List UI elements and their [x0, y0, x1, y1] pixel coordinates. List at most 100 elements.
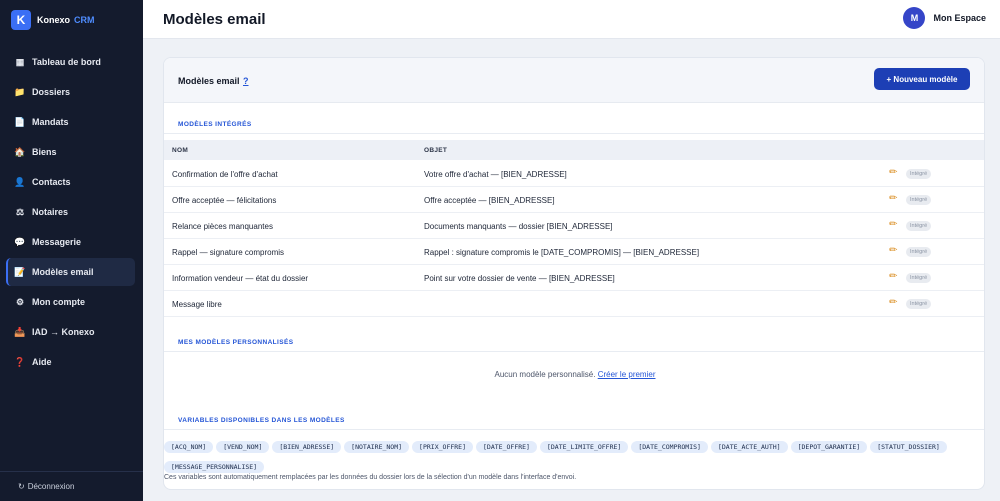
sidebar-item-label: Mon compte [32, 297, 85, 307]
brand-tag: CRM [74, 15, 95, 25]
sidebar-item-9[interactable]: 📥 IAD → Konexo [6, 318, 135, 346]
sidebar-item-4[interactable]: 👤 Contacts [6, 168, 135, 196]
variable-chip[interactable]: [BIEN_ADRESSE] [272, 441, 342, 453]
sidebar: K Konexo CRM ▦ Tableau de bord 📁 Dossiers 📄 M… [0, 0, 143, 501]
sidebar-item-label: Tableau de bord [32, 57, 101, 67]
templates-card: Modèles email ? + Nouveau modèle MODÈLES… [163, 57, 985, 490]
variable-chip[interactable]: [ACQ_NOM] [164, 441, 214, 453]
sidebar-item-2[interactable]: 📄 Mandats [6, 108, 135, 136]
edit-icon[interactable]: ✏ [889, 193, 897, 204]
variable-chip[interactable]: [NOTAIRE_NOM] [344, 441, 410, 453]
nav-icon: ▦ [15, 56, 25, 67]
variable-chip[interactable]: [STATUT_DOSSIER] [870, 441, 947, 453]
brand-logo: K [11, 10, 31, 30]
nav-icon: 🏠 [14, 146, 26, 157]
variables-note: Ces variables sont automatiquement rempl… [164, 474, 577, 481]
edit-icon[interactable]: ✏ [889, 167, 897, 178]
sidebar-item-label: Notaires [32, 207, 69, 217]
template-name: Confirmation de l'offre d'achat [172, 170, 278, 179]
sidebar-item-label: Biens [32, 147, 57, 157]
sidebar-nav: ▦ Tableau de bord 📁 Dossiers 📄 Mandats 🏠 Biens 👤… [0, 48, 143, 376]
builtin-badge: Intégré [906, 299, 932, 309]
sidebar-item-label: Dossiers [32, 87, 71, 97]
variable-chip[interactable]: [DATE_COMPROMIS] [631, 441, 708, 453]
edit-icon[interactable]: ✏ [889, 297, 897, 308]
card-title: Modèles email [178, 76, 240, 86]
template-name: Message libre [172, 300, 222, 309]
column-header-name: NOM [172, 147, 189, 154]
table-row[interactable]: Confirmation de l'offre d'achat Votre off… [164, 161, 984, 187]
variable-chip[interactable]: [DATE_LIMITE_OFFRE] [539, 441, 629, 453]
nav-icon: 📝 [14, 266, 26, 277]
divider [164, 133, 984, 134]
nav-icon: ❓ [14, 356, 26, 367]
variable-chip[interactable]: [PRIX_OFFRE] [412, 441, 474, 453]
custom-section-title: MES MODÈLES PERSONNALISÉS [178, 339, 294, 346]
template-subject: Documents manquants — dossier [BIEN_ADRE… [424, 222, 613, 231]
template-name: Relance pièces manquantes [172, 222, 273, 231]
create-first-link[interactable]: Créer le premier [598, 370, 656, 379]
new-template-button[interactable]: + Nouveau modèle [874, 68, 970, 90]
builtin-badge: Intégré [906, 169, 932, 179]
account-name: Mon Espace [933, 13, 986, 23]
nav-icon: 📁 [14, 86, 26, 97]
card-header: Modèles email ? + Nouveau modèle [164, 58, 984, 103]
nav-icon: 📄 [14, 116, 26, 127]
sidebar-item-10[interactable]: ❓ Aide [6, 348, 135, 376]
builtin-section-title: MODÈLES INTÉGRÉS [178, 121, 252, 128]
template-subject: Rappel : signature compromis le [DATE_CO… [424, 248, 700, 257]
sidebar-item-3[interactable]: 🏠 Biens [6, 138, 135, 166]
variable-chip[interactable]: [DATE_ACTE_AUTH] [710, 441, 788, 453]
divider [164, 351, 984, 352]
table-row[interactable]: Information vendeur — état du dossier Poi… [164, 265, 984, 291]
brand[interactable]: K Konexo CRM [0, 0, 143, 40]
logout-button[interactable]: ↻ Déconnexion [0, 471, 143, 501]
table-header: NOM OBJET [164, 140, 984, 160]
empty-text: Aucun modèle personnalisé. [494, 370, 596, 379]
page-title: Modèles email [163, 11, 266, 28]
sidebar-item-label: IAD → Konexo [32, 327, 95, 337]
sidebar-item-label: Modèles email [32, 267, 94, 277]
template-name: Information vendeur — état du dossier [172, 274, 309, 283]
logout-icon: ↻ [18, 482, 25, 491]
template-subject: Point sur votre dossier de vente — [BIEN… [424, 274, 615, 283]
avatar: M [903, 7, 926, 29]
edit-icon[interactable]: ✏ [889, 271, 897, 282]
builtin-badge: Intégré [906, 247, 932, 257]
table-row[interactable]: Relance pièces manquantes Documents manqu… [164, 213, 984, 239]
empty-state: Aucun modèle personnalisé. Créer le prem… [164, 370, 984, 379]
sidebar-item-8[interactable]: ⚙ Mon compte [6, 288, 135, 316]
variables-list: [ACQ_NOM] [VEND_NOM] [BIEN_ADRESSE] [NOTAIR… [164, 436, 984, 476]
variable-chip[interactable]: [DEPOT_GARANTIE] [790, 441, 868, 453]
column-header-subject: OBJET [424, 147, 448, 154]
brand-name: Konexo [37, 15, 71, 25]
template-subject: Votre offre d'achat — [BIEN_ADRESSE] [424, 170, 567, 179]
sidebar-item-6[interactable]: 💬 Messagerie [6, 228, 135, 256]
variables-section-title: VARIABLES DISPONIBLES DANS LES MODÈLES [178, 417, 345, 424]
edit-icon[interactable]: ✏ [889, 245, 897, 256]
sidebar-item-7[interactable]: 📝 Modèles email [6, 258, 135, 286]
sidebar-item-0[interactable]: ▦ Tableau de bord [6, 48, 135, 76]
table-row[interactable]: Rappel — signature compromis Rappel : sig… [164, 239, 984, 265]
nav-icon: 👤 [14, 176, 26, 187]
account-menu[interactable]: M Mon Espace [903, 7, 986, 29]
variable-chip[interactable]: [MESSAGE_PERSONNALISE] [164, 461, 265, 473]
variable-chip[interactable]: [VEND_NOM] [216, 441, 270, 453]
sidebar-item-label: Aide [32, 357, 52, 367]
builtin-badge: Intégré [906, 273, 932, 283]
edit-icon[interactable]: ✏ [889, 219, 897, 230]
nav-icon: 💬 [14, 236, 26, 247]
sidebar-item-label: Mandats [32, 117, 69, 127]
sidebar-item-5[interactable]: ⚖ Notaires [6, 198, 135, 226]
variable-chip[interactable]: [DATE_OFFRE] [476, 441, 537, 453]
table-row[interactable]: Offre acceptée — félicitations Offre acce… [164, 187, 984, 213]
builtin-badge: Intégré [906, 195, 932, 205]
sidebar-item-1[interactable]: 📁 Dossiers [6, 78, 135, 106]
template-subject: Offre acceptée — [BIEN_ADRESSE] [424, 196, 555, 205]
table-row[interactable]: Message libre ✏ Intégré [164, 291, 984, 317]
builtin-badge: Intégré [906, 221, 932, 231]
template-name: Offre acceptée — félicitations [172, 196, 277, 205]
help-link[interactable]: ? [243, 76, 249, 86]
logout-label: Déconnexion [27, 482, 75, 491]
nav-icon: ⚖ [15, 206, 25, 217]
